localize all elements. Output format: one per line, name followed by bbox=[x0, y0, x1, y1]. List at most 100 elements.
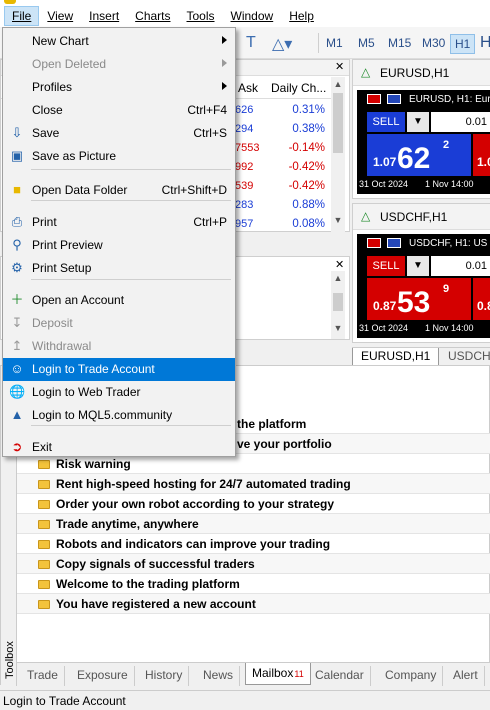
menu-file[interactable]: File bbox=[4, 6, 40, 26]
file-menu-dropdown: New Chart Open Deleted Profiles Close Ctrl+F… bbox=[2, 27, 236, 457]
picture-icon: ▣ bbox=[10, 148, 24, 163]
ask-price: 957 bbox=[235, 218, 254, 230]
menu-insert[interactable]: Insert bbox=[81, 6, 127, 26]
menu-window[interactable]: Window bbox=[223, 6, 282, 26]
lot-dropdown[interactable]: ▼ bbox=[407, 256, 429, 276]
buy-price[interactable]: 1.0 bbox=[473, 134, 490, 176]
mail-message-row[interactable]: Trade anytime, anywhere bbox=[17, 514, 490, 534]
close-icon[interactable]: ✕ bbox=[335, 258, 344, 271]
sell-button[interactable]: SELL bbox=[367, 256, 405, 276]
menu-item-label: Deposit bbox=[32, 316, 73, 330]
menu-item-print[interactable]: ⎙ Print Ctrl+P bbox=[3, 211, 235, 234]
mail-message-row[interactable]: Welcome to the trading platform bbox=[17, 574, 490, 594]
tab-eurusd[interactable]: EURUSD,H1 bbox=[352, 348, 440, 366]
envelope-icon bbox=[38, 560, 50, 569]
chart-window-eurusd[interactable]: △ EURUSD,H1 EURUSD, H1: Eur SELL ▼ 0.01 … bbox=[352, 59, 490, 199]
tab-mailbox[interactable]: Mailbox11 bbox=[245, 663, 311, 685]
menu-item-label: Print Preview bbox=[32, 238, 103, 252]
menu-item-deposit[interactable]: ↧ Deposit bbox=[3, 312, 235, 335]
column-ask[interactable]: Ask bbox=[238, 81, 258, 95]
menu-item-profiles[interactable]: Profiles bbox=[3, 76, 235, 99]
lot-size-input[interactable]: 0.01 bbox=[431, 112, 490, 132]
tab-news[interactable]: News bbox=[197, 666, 241, 686]
submenu-arrow-icon bbox=[222, 36, 227, 44]
menu-item-save-as-picture[interactable]: ▣ Save as Picture bbox=[3, 145, 235, 168]
mail-message-row[interactable]: Copy signals of successful traders bbox=[17, 554, 490, 574]
menu-item-withdrawal[interactable]: ↥ Withdrawal bbox=[3, 335, 235, 358]
candles-icon: △ bbox=[361, 65, 371, 79]
shapes-tool-icon[interactable]: △▾ bbox=[272, 34, 292, 54]
close-icon[interactable]: ✕ bbox=[335, 60, 344, 73]
navigator-scrollbar[interactable]: ▲ ▼ bbox=[331, 271, 345, 339]
menu-item-label: Exit bbox=[32, 440, 53, 454]
menu-item-login-to-trade-account[interactable]: ☺ Login to Trade Account bbox=[3, 358, 235, 381]
price-big: 62 bbox=[397, 142, 431, 175]
sell-price[interactable]: 0.87 53 9 bbox=[367, 278, 471, 320]
menu-item-login-to-mql5-community[interactable]: ▲ Login to MQL5.community bbox=[3, 404, 235, 427]
column-daily-change[interactable]: Daily Ch... bbox=[271, 81, 326, 95]
tab-calendar[interactable]: Calendar bbox=[309, 666, 371, 686]
menu-item-shortcut: Ctrl+P bbox=[193, 215, 227, 229]
scroll-up-icon[interactable]: ▲ bbox=[331, 273, 345, 283]
menu-item-label: Print Setup bbox=[32, 261, 92, 275]
tab-usdchf[interactable]: USDCHF bbox=[440, 348, 490, 366]
chart-window-usdchf[interactable]: △ USDCHF,H1 USDCHF, H1: US SELL ▼ 0.01 0… bbox=[352, 203, 490, 343]
timeframe-more[interactable]: H bbox=[480, 34, 490, 52]
tab-company[interactable]: Company bbox=[379, 666, 444, 686]
tab-exposure[interactable]: Exposure bbox=[71, 666, 135, 686]
chart-canvas[interactable]: EURUSD, H1: Eur SELL ▼ 0.01 1.07 62 2 1.… bbox=[357, 90, 490, 194]
mail-subject: You have registered a new account bbox=[56, 597, 256, 611]
chart-canvas[interactable]: USDCHF, H1: US SELL ▼ 0.01 0.87 53 9 0.8… bbox=[357, 234, 490, 338]
menu-item-open-an-account[interactable]: ＋ Open an Account bbox=[3, 289, 235, 312]
daily-change: 0.31% bbox=[292, 104, 325, 116]
timeframe-m1[interactable]: M1 bbox=[322, 34, 347, 54]
mail-message-row[interactable]: Robots and indicators can improve your t… bbox=[17, 534, 490, 554]
scroll-thumb[interactable] bbox=[333, 93, 343, 153]
envelope-icon bbox=[38, 480, 50, 489]
mail-message-row[interactable]: Order your own robot according to your s… bbox=[17, 494, 490, 514]
folder-icon: ■ bbox=[13, 182, 21, 197]
lot-dropdown[interactable]: ▼ bbox=[407, 112, 429, 132]
tab-label: Mailbox bbox=[252, 666, 294, 680]
lot-size-input[interactable]: 0.01 bbox=[431, 256, 490, 276]
buy-price[interactable]: 0.8 bbox=[473, 278, 490, 320]
sell-button[interactable]: SELL bbox=[367, 112, 405, 132]
menu-item-save[interactable]: ⇩ Save Ctrl+S bbox=[3, 122, 235, 145]
menu-item-open-deleted[interactable]: Open Deleted bbox=[3, 53, 235, 76]
envelope-icon bbox=[38, 500, 50, 509]
market-watch-scrollbar[interactable]: ▲ ▼ bbox=[331, 77, 345, 232]
menu-item-close[interactable]: Close Ctrl+F4 bbox=[3, 99, 235, 122]
daily-change: -0.14% bbox=[288, 142, 325, 154]
scroll-down-icon[interactable]: ▼ bbox=[331, 323, 345, 333]
menu-item-print-preview[interactable]: ⚲ Print Preview bbox=[3, 234, 235, 257]
tab-trade[interactable]: Trade bbox=[21, 666, 65, 686]
scroll-up-icon[interactable]: ▲ bbox=[331, 79, 345, 89]
tab-history[interactable]: History bbox=[139, 666, 190, 686]
menu-tools[interactable]: Tools bbox=[179, 6, 223, 26]
menu-item-new-chart[interactable]: New Chart bbox=[3, 30, 235, 53]
menu-item-exit[interactable]: ➲ Exit bbox=[3, 436, 235, 459]
timeframe-h1[interactable]: H1 bbox=[450, 34, 476, 54]
mail-message-row[interactable]: You have registered a new account bbox=[17, 594, 490, 614]
tab-alert[interactable]: Alert bbox=[447, 666, 485, 686]
scroll-down-icon[interactable]: ▼ bbox=[331, 215, 345, 225]
timeframe-m15[interactable]: M15 bbox=[384, 34, 415, 54]
menu-charts[interactable]: Charts bbox=[127, 6, 178, 26]
menu-item-print-setup[interactable]: ⚙ Print Setup bbox=[3, 257, 235, 280]
menu-item-login-to-web-trader[interactable]: 🌐 Login to Web Trader bbox=[3, 381, 235, 404]
exit-icon: ➲ bbox=[11, 439, 23, 454]
scroll-thumb[interactable] bbox=[333, 293, 343, 311]
text-tool-icon[interactable]: T bbox=[246, 34, 256, 52]
mail-message-row[interactable]: Rent high-speed hosting for 24/7 automat… bbox=[17, 474, 490, 494]
tab-label: Alert bbox=[453, 668, 478, 682]
sell-price[interactable]: 1.07 62 2 bbox=[367, 134, 471, 176]
menu-separator bbox=[31, 169, 231, 170]
menu-view[interactable]: View bbox=[39, 6, 81, 26]
menu-item-shortcut: Ctrl+S bbox=[193, 126, 227, 140]
menu-item-open-data-folder[interactable]: ■ Open Data Folder Ctrl+Shift+D bbox=[3, 179, 235, 202]
timeframe-m5[interactable]: M5 bbox=[354, 34, 379, 54]
timeframe-m30[interactable]: M30 bbox=[418, 34, 449, 54]
flag-icon bbox=[387, 238, 401, 248]
menu-help[interactable]: Help bbox=[281, 6, 322, 26]
tab-label: Trade bbox=[27, 668, 58, 682]
